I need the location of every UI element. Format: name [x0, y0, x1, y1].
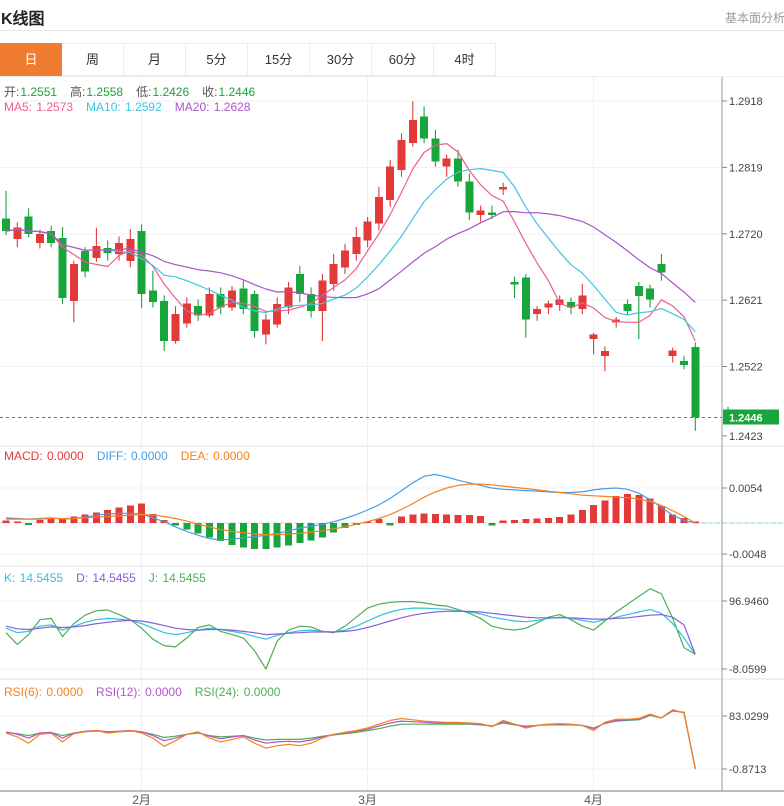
rsi24-line [6, 711, 695, 769]
tab-周[interactable]: 周 [62, 43, 124, 76]
ma5-line [6, 144, 695, 341]
price-badge: 1.2446 [723, 410, 779, 425]
tab-60分[interactable]: 60分 [372, 43, 434, 76]
svg-text:1.2423: 1.2423 [729, 431, 763, 443]
svg-text:1.2918: 1.2918 [729, 96, 763, 108]
svg-text:3月: 3月 [358, 793, 377, 806]
svg-text:1.2522: 1.2522 [729, 362, 763, 374]
ohlc-info-label: 收: [202, 85, 217, 99]
ohlc-info: 开:1.2551 高:1.2558 低:1.2426 收:1.2446 [4, 83, 268, 100]
ma20-line [6, 212, 695, 303]
tab-15分[interactable]: 15分 [248, 43, 310, 76]
gridlines [0, 77, 722, 791]
tab-5分[interactable]: 5分 [186, 43, 248, 76]
header: K线图 基本面分析> [0, 0, 784, 31]
ma-info: MA5: 1.2573 MA10: 1.2592 MA20: 1.2628 [4, 100, 263, 114]
svg-text:4月: 4月 [584, 793, 603, 806]
fundamental-analysis-link[interactable]: 基本面分析> [725, 9, 784, 26]
rsi-info-value: 0.0000 [46, 685, 83, 699]
rsi-info-value: 0.0000 [145, 685, 182, 699]
tab-30分[interactable]: 30分 [310, 43, 372, 76]
svg-text:1.2720: 1.2720 [729, 229, 763, 241]
kdj-info-value: 14.5455 [92, 571, 135, 585]
page-title: K线图 [1, 5, 45, 29]
rsi-info-label: RSI(12): [96, 685, 144, 699]
rsi6-line [6, 710, 695, 769]
period-tabs: 日周月5分15分30分60分4时 [0, 43, 784, 77]
ohlc-info-value: 1.2446 [218, 85, 255, 99]
kdj-info-label: J: [149, 571, 162, 585]
rsi12-line [6, 710, 695, 768]
macd-info-value: 0.0000 [131, 449, 168, 463]
ohlc-info-label: 低: [136, 85, 151, 99]
macd-info-label: DEA: [181, 449, 212, 463]
svg-text:83.0299: 83.0299 [729, 711, 769, 723]
ma-info-label: MA5: [4, 100, 35, 114]
macd-histogram [3, 494, 699, 549]
svg-text:1.2621: 1.2621 [729, 295, 763, 307]
ohlc-info-value: 1.2558 [86, 85, 123, 99]
ma-info-value: 1.2628 [214, 100, 251, 114]
kline-chart-area[interactable]: 1.2918 1.2819 1.2720 1.2621 1.2522 0.0054 -0.0… [0, 77, 784, 806]
ma-info-label: MA20: [175, 100, 213, 114]
svg-text:0.0054: 0.0054 [729, 483, 763, 495]
macd-info-label: MACD: [4, 449, 46, 463]
macd-info-label: DIFF: [97, 449, 130, 463]
svg-text:1.2819: 1.2819 [729, 162, 763, 174]
rsi-info: RSI(6): 0.0000RSI(12): 0.0000RSI(24): 0.… [4, 685, 293, 699]
kdj-info-label: K: [4, 571, 19, 585]
ohlc-info-value: 1.2426 [152, 85, 189, 99]
y-axis-labels: 1.2918 1.2819 1.2720 1.2621 1.2522 0.0054 -0.0… [722, 96, 769, 776]
kdj-info: K: 14.5455D: 14.5455J: 14.5455 [4, 571, 219, 585]
macd-info-value: 0.0000 [213, 449, 250, 463]
d-line [6, 611, 695, 654]
macd-info-value: 0.0000 [47, 449, 84, 463]
svg-text:-8.0599: -8.0599 [729, 664, 766, 676]
rsi-info-label: RSI(6): [4, 685, 45, 699]
tab-日[interactable]: 日 [0, 43, 62, 76]
macd-info: MACD: 0.0000DIFF: 0.0000DEA: 0.0000 [4, 449, 263, 463]
x-axis-labels: 2月 3月 4月 [132, 793, 603, 806]
ohlc-info-value: 1.2551 [20, 85, 57, 99]
ohlc-info-label: 高: [70, 85, 85, 99]
kdj-info-value: 14.5455 [162, 571, 205, 585]
kdj-info-label: D: [76, 571, 91, 585]
svg-text:96.9460: 96.9460 [729, 596, 769, 608]
svg-text:1.2446: 1.2446 [729, 413, 763, 425]
tab-4时[interactable]: 4时 [434, 43, 496, 76]
svg-text:2月: 2月 [132, 793, 151, 806]
svg-text:-0.0048: -0.0048 [729, 549, 766, 561]
ma-info-value: 1.2573 [36, 100, 73, 114]
rsi-info-value: 0.0000 [244, 685, 281, 699]
svg-text:-0.8713: -0.8713 [729, 764, 766, 776]
tab-月[interactable]: 月 [124, 43, 186, 76]
ma-info-label: MA10: [86, 100, 124, 114]
ohlc-info-label: 开: [4, 85, 19, 99]
kdj-info-value: 14.5455 [20, 571, 63, 585]
rsi-info-label: RSI(24): [195, 685, 243, 699]
ma-info-value: 1.2592 [125, 100, 162, 114]
